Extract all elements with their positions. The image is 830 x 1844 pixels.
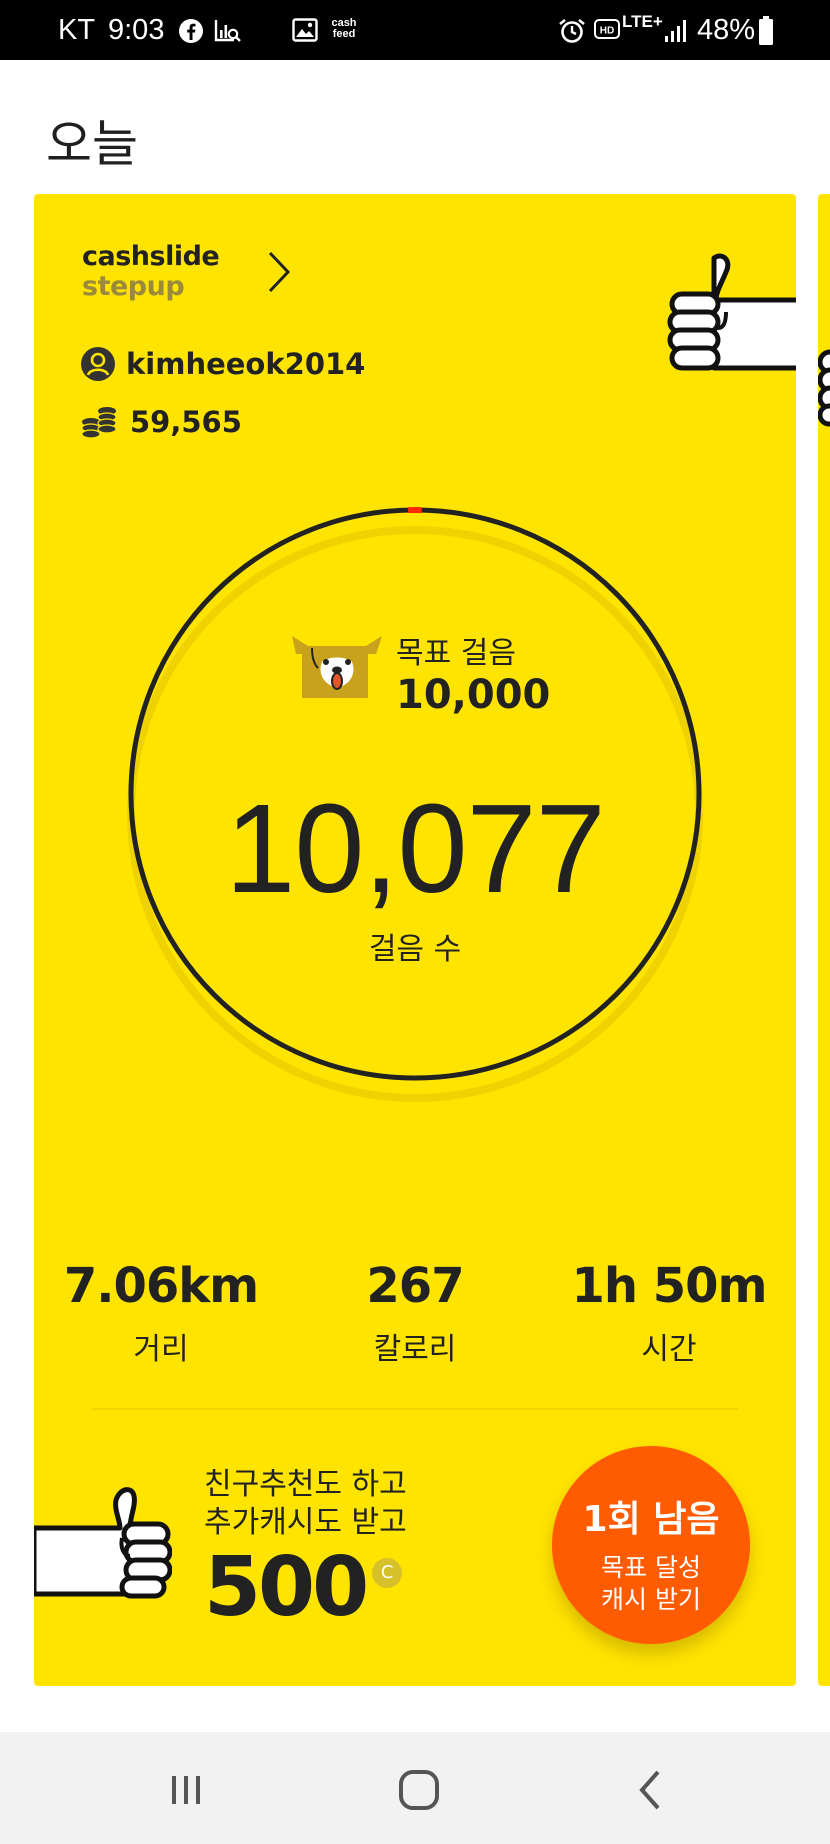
step-card[interactable]: cashslide stepup kimheeok2014 59,565 목표 … [34,194,796,1686]
stat-time: 1h 50m 시간 [542,1258,796,1368]
dog-mascot-icon [292,636,382,698]
recent-apps-icon[interactable] [156,1768,216,1812]
goal-value: 10,000 [396,672,551,718]
user-row: kimheeok2014 [80,344,365,384]
claim-reward-button[interactable]: 1회 남음 목표 달성 캐시 받기 [552,1446,750,1644]
cash-coin-badge: C [372,1558,403,1588]
goal-label: 목표 걸음 [396,636,516,671]
balance-row: 59,565 [80,402,242,442]
distance-value: 7.06km [63,1258,259,1314]
step-count: 10,077 [225,778,605,919]
network-type: LTE+ [622,12,663,31]
username: kimheeok2014 [126,347,366,381]
cashfeed-icon: cash feed [326,18,362,40]
promo-line2: 추가캐시도 받고 [204,1505,407,1540]
cta-line2: 목표 달성 [601,1553,701,1582]
page-title: 오늘 [46,115,138,173]
status-bar: KT 9:03 cash feed HD LTE+ 48% [0,0,830,60]
image-icon [292,18,318,42]
back-icon[interactable] [620,1768,680,1812]
signal-icon [665,20,686,42]
thumbs-up-icon [667,253,796,371]
navigation-bar [0,1732,830,1844]
next-card-peek[interactable] [818,194,830,1686]
time-value: 1h 50m [571,1258,767,1314]
stats-icon [214,20,241,42]
alarm-icon [559,18,585,43]
hd-icon: HD [594,19,620,39]
battery-icon [759,16,773,45]
thumbs-up-icon [818,349,830,427]
carrier-label: KT [58,14,96,46]
stat-distance: 7.06km 거리 [34,1258,288,1368]
thumbs-up-icon[interactable] [34,1484,172,1604]
calories-label: 칼로리 [373,1332,457,1367]
user-avatar-icon [81,347,115,381]
app-logo[interactable]: cashslide stepup [82,241,220,302]
referral-promo[interactable]: 친구추천도 하고 추가캐시도 받고 500 C [204,1466,407,1632]
cta-line3: 캐시 받기 [601,1585,701,1614]
divider [92,1408,738,1410]
cashfeed-line2: feed [332,28,356,40]
chevron-right-icon[interactable] [266,250,292,294]
battery-percent: 48% [697,14,756,46]
svg-text:HD: HD [600,26,614,37]
cta-remaining: 1회 남음 [582,1499,720,1540]
facebook-icon [179,19,203,43]
logo-line2: stepup [82,271,185,302]
time-label: 시간 [641,1332,697,1367]
coins-icon [81,407,117,439]
clock: 9:03 [108,14,165,46]
goal-block: 목표 걸음 10,000 [292,624,612,724]
step-count-label: 걸음 수 [368,932,462,967]
cash-balance: 59,565 [130,405,242,439]
home-icon[interactable] [389,1768,449,1812]
logo-line1: cashslide [82,241,220,272]
calories-value: 267 [366,1258,464,1314]
promo-amount: 500 [204,1540,369,1635]
stat-calories: 267 칼로리 [288,1258,542,1368]
distance-label: 거리 [133,1332,189,1367]
promo-line1: 친구추천도 하고 [204,1467,407,1502]
